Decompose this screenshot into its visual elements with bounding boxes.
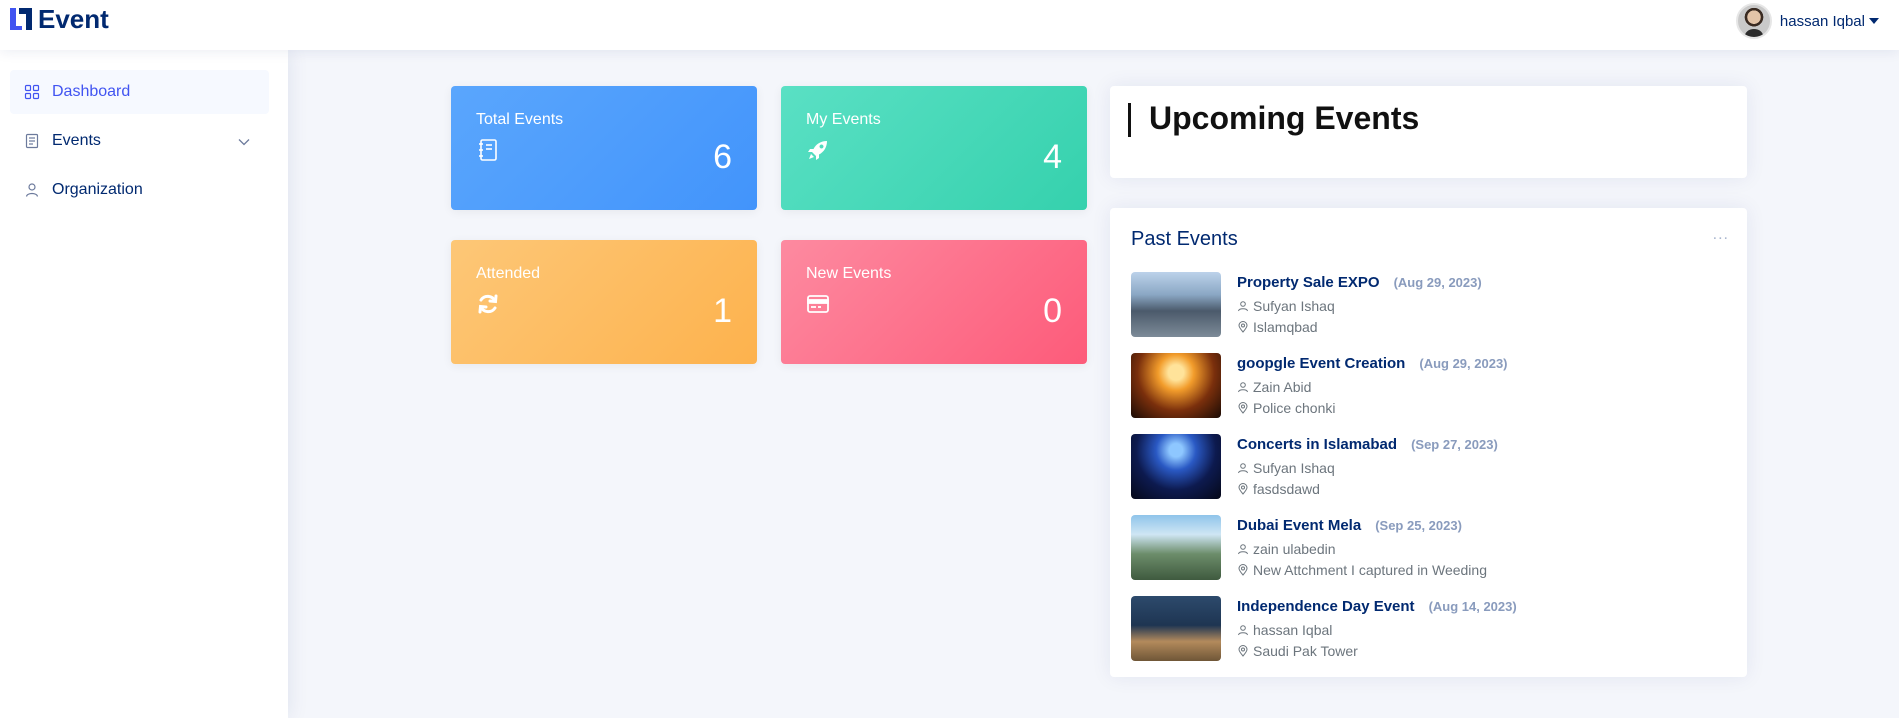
- event-organizer-text: hassan Iqbal: [1253, 622, 1333, 638]
- event-organizer: hassan Iqbal: [1237, 622, 1332, 638]
- person-icon: [1238, 301, 1248, 312]
- stat-value: 0: [1043, 292, 1062, 330]
- event-title[interactable]: Dubai Event Mela (Sep 25, 2023): [1237, 517, 1462, 534]
- event-title-text[interactable]: goopgle Event Creation: [1237, 355, 1405, 372]
- top-header: Event hassan Iqbal: [0, 0, 1899, 50]
- event-location-text: Police chonki: [1253, 400, 1336, 416]
- logo-icon: [10, 8, 32, 30]
- event-location-text: New Attchment I captured in Weeding: [1253, 562, 1487, 578]
- event-location-text: Islamqbad: [1253, 319, 1318, 335]
- event-organizer-text: Sufyan Ishaq: [1253, 460, 1335, 476]
- event-location-text: Saudi Pak Tower: [1253, 643, 1358, 659]
- stat-title: New Events: [806, 265, 892, 282]
- credit-card-icon: [807, 295, 829, 313]
- stat-value: 6: [713, 138, 732, 176]
- title-accent-bar: [1128, 103, 1131, 137]
- map-pin-icon: [1238, 402, 1248, 414]
- map-pin-icon: [1238, 321, 1248, 333]
- person-icon: [1238, 544, 1248, 555]
- event-thumbnail[interactable]: [1131, 596, 1221, 661]
- event-organizer: Sufyan Ishaq: [1237, 460, 1335, 476]
- sidebar-item-dashboard[interactable]: Dashboard: [10, 70, 269, 114]
- event-organizer: zain ulabedin: [1237, 541, 1336, 557]
- event-location: Saudi Pak Tower: [1237, 643, 1358, 659]
- stat-card-new-events[interactable]: New Events 0: [781, 240, 1087, 364]
- sidebar-item-events[interactable]: Events: [10, 119, 269, 163]
- event-title-text[interactable]: Concerts in Islamabad: [1237, 436, 1397, 453]
- event-date: (Sep 27, 2023): [1411, 437, 1498, 452]
- event-organizer-text: Sufyan Ishaq: [1253, 298, 1335, 314]
- event-title-text[interactable]: Property Sale EXPO: [1237, 274, 1380, 291]
- stat-value: 1: [713, 292, 732, 330]
- person-icon: [1238, 625, 1248, 636]
- event-title[interactable]: Concerts in Islamabad (Sep 27, 2023): [1237, 436, 1498, 453]
- upcoming-events-card: Upcoming Events: [1110, 86, 1747, 178]
- event-organizer: Zain Abid: [1237, 379, 1311, 395]
- more-options-icon[interactable]: ...: [1713, 226, 1729, 244]
- stat-card-attended[interactable]: Attended 1: [451, 240, 757, 364]
- event-title[interactable]: goopgle Event Creation (Aug 29, 2023): [1237, 355, 1508, 372]
- chevron-down-icon[interactable]: [237, 135, 251, 149]
- event-location: New Attchment I captured in Weeding: [1237, 562, 1487, 578]
- event-thumbnail[interactable]: [1131, 272, 1221, 337]
- rocket-icon: [808, 141, 827, 160]
- event-title-text[interactable]: Independence Day Event: [1237, 598, 1415, 615]
- event-location: Islamqbad: [1237, 319, 1318, 335]
- sidebar-item-label: Organization: [52, 181, 143, 198]
- stat-title: Attended: [476, 265, 541, 282]
- sidebar-item-organization[interactable]: Organization: [10, 168, 269, 212]
- event-title-text[interactable]: Dubai Event Mela: [1237, 517, 1361, 534]
- event-title[interactable]: Property Sale EXPO (Aug 29, 2023): [1237, 274, 1482, 291]
- stat-title: Total Events: [476, 111, 564, 128]
- event-location: Police chonki: [1237, 400, 1336, 416]
- avatar[interactable]: [1735, 3, 1772, 39]
- caret-down-icon[interactable]: [1869, 18, 1879, 24]
- list-item[interactable]: Dubai Event Mela (Sep 25, 2023) zain ulab…: [1131, 515, 1731, 581]
- event-location: fasdsdawd: [1237, 481, 1320, 497]
- event-organizer-text: zain ulabedin: [1253, 541, 1336, 557]
- user-menu[interactable]: hassan Iqbal: [1735, 3, 1879, 39]
- event-location-text: fasdsdawd: [1253, 481, 1320, 497]
- list-item[interactable]: Property Sale EXPO (Aug 29, 2023) Sufyan …: [1131, 272, 1731, 338]
- user-name[interactable]: hassan Iqbal: [1780, 13, 1865, 30]
- journal-icon: [479, 139, 497, 161]
- person-icon: [1238, 382, 1248, 393]
- person-icon: [1238, 463, 1248, 474]
- event-date: (Aug 29, 2023): [1419, 356, 1508, 371]
- past-events-card: Past Events ... Property Sale EXPO (Aug 2…: [1110, 208, 1747, 677]
- event-thumbnail[interactable]: [1131, 353, 1221, 418]
- upcoming-events-title: Upcoming Events: [1149, 100, 1420, 136]
- event-date: (Aug 14, 2023): [1428, 599, 1517, 614]
- logo[interactable]: Event: [8, 6, 109, 32]
- list-item[interactable]: Independence Day Event (Aug 14, 2023) has…: [1131, 596, 1731, 662]
- event-title[interactable]: Independence Day Event (Aug 14, 2023): [1237, 598, 1517, 615]
- map-pin-icon: [1238, 483, 1248, 495]
- journal-icon: [25, 133, 39, 149]
- person-icon: [25, 183, 39, 197]
- list-item[interactable]: goopgle Event Creation (Aug 29, 2023) Zai…: [1131, 353, 1731, 419]
- refresh-icon: [478, 294, 498, 314]
- stat-card-my-events[interactable]: My Events 4: [781, 86, 1087, 210]
- sidebar: Dashboard Events Organization: [0, 50, 288, 718]
- sidebar-item-label: Events: [52, 132, 101, 149]
- map-pin-icon: [1238, 564, 1248, 576]
- event-thumbnail[interactable]: [1131, 434, 1221, 499]
- logo-text: Event: [38, 4, 109, 34]
- past-events-title: Past Events: [1131, 228, 1238, 250]
- event-thumbnail[interactable]: [1131, 515, 1221, 580]
- event-organizer: Sufyan Ishaq: [1237, 298, 1335, 314]
- stat-card-total-events[interactable]: Total Events 6: [451, 86, 757, 210]
- stat-value: 4: [1043, 138, 1062, 176]
- list-item[interactable]: Concerts in Islamabad (Sep 27, 2023) Sufy…: [1131, 434, 1731, 500]
- stat-title: My Events: [806, 111, 881, 128]
- grid-icon: [24, 84, 40, 100]
- event-organizer-text: Zain Abid: [1253, 379, 1312, 395]
- sidebar-item-label: Dashboard: [52, 83, 131, 100]
- event-date: (Sep 25, 2023): [1375, 518, 1462, 533]
- map-pin-icon: [1238, 645, 1248, 657]
- event-date: (Aug 29, 2023): [1393, 275, 1482, 290]
